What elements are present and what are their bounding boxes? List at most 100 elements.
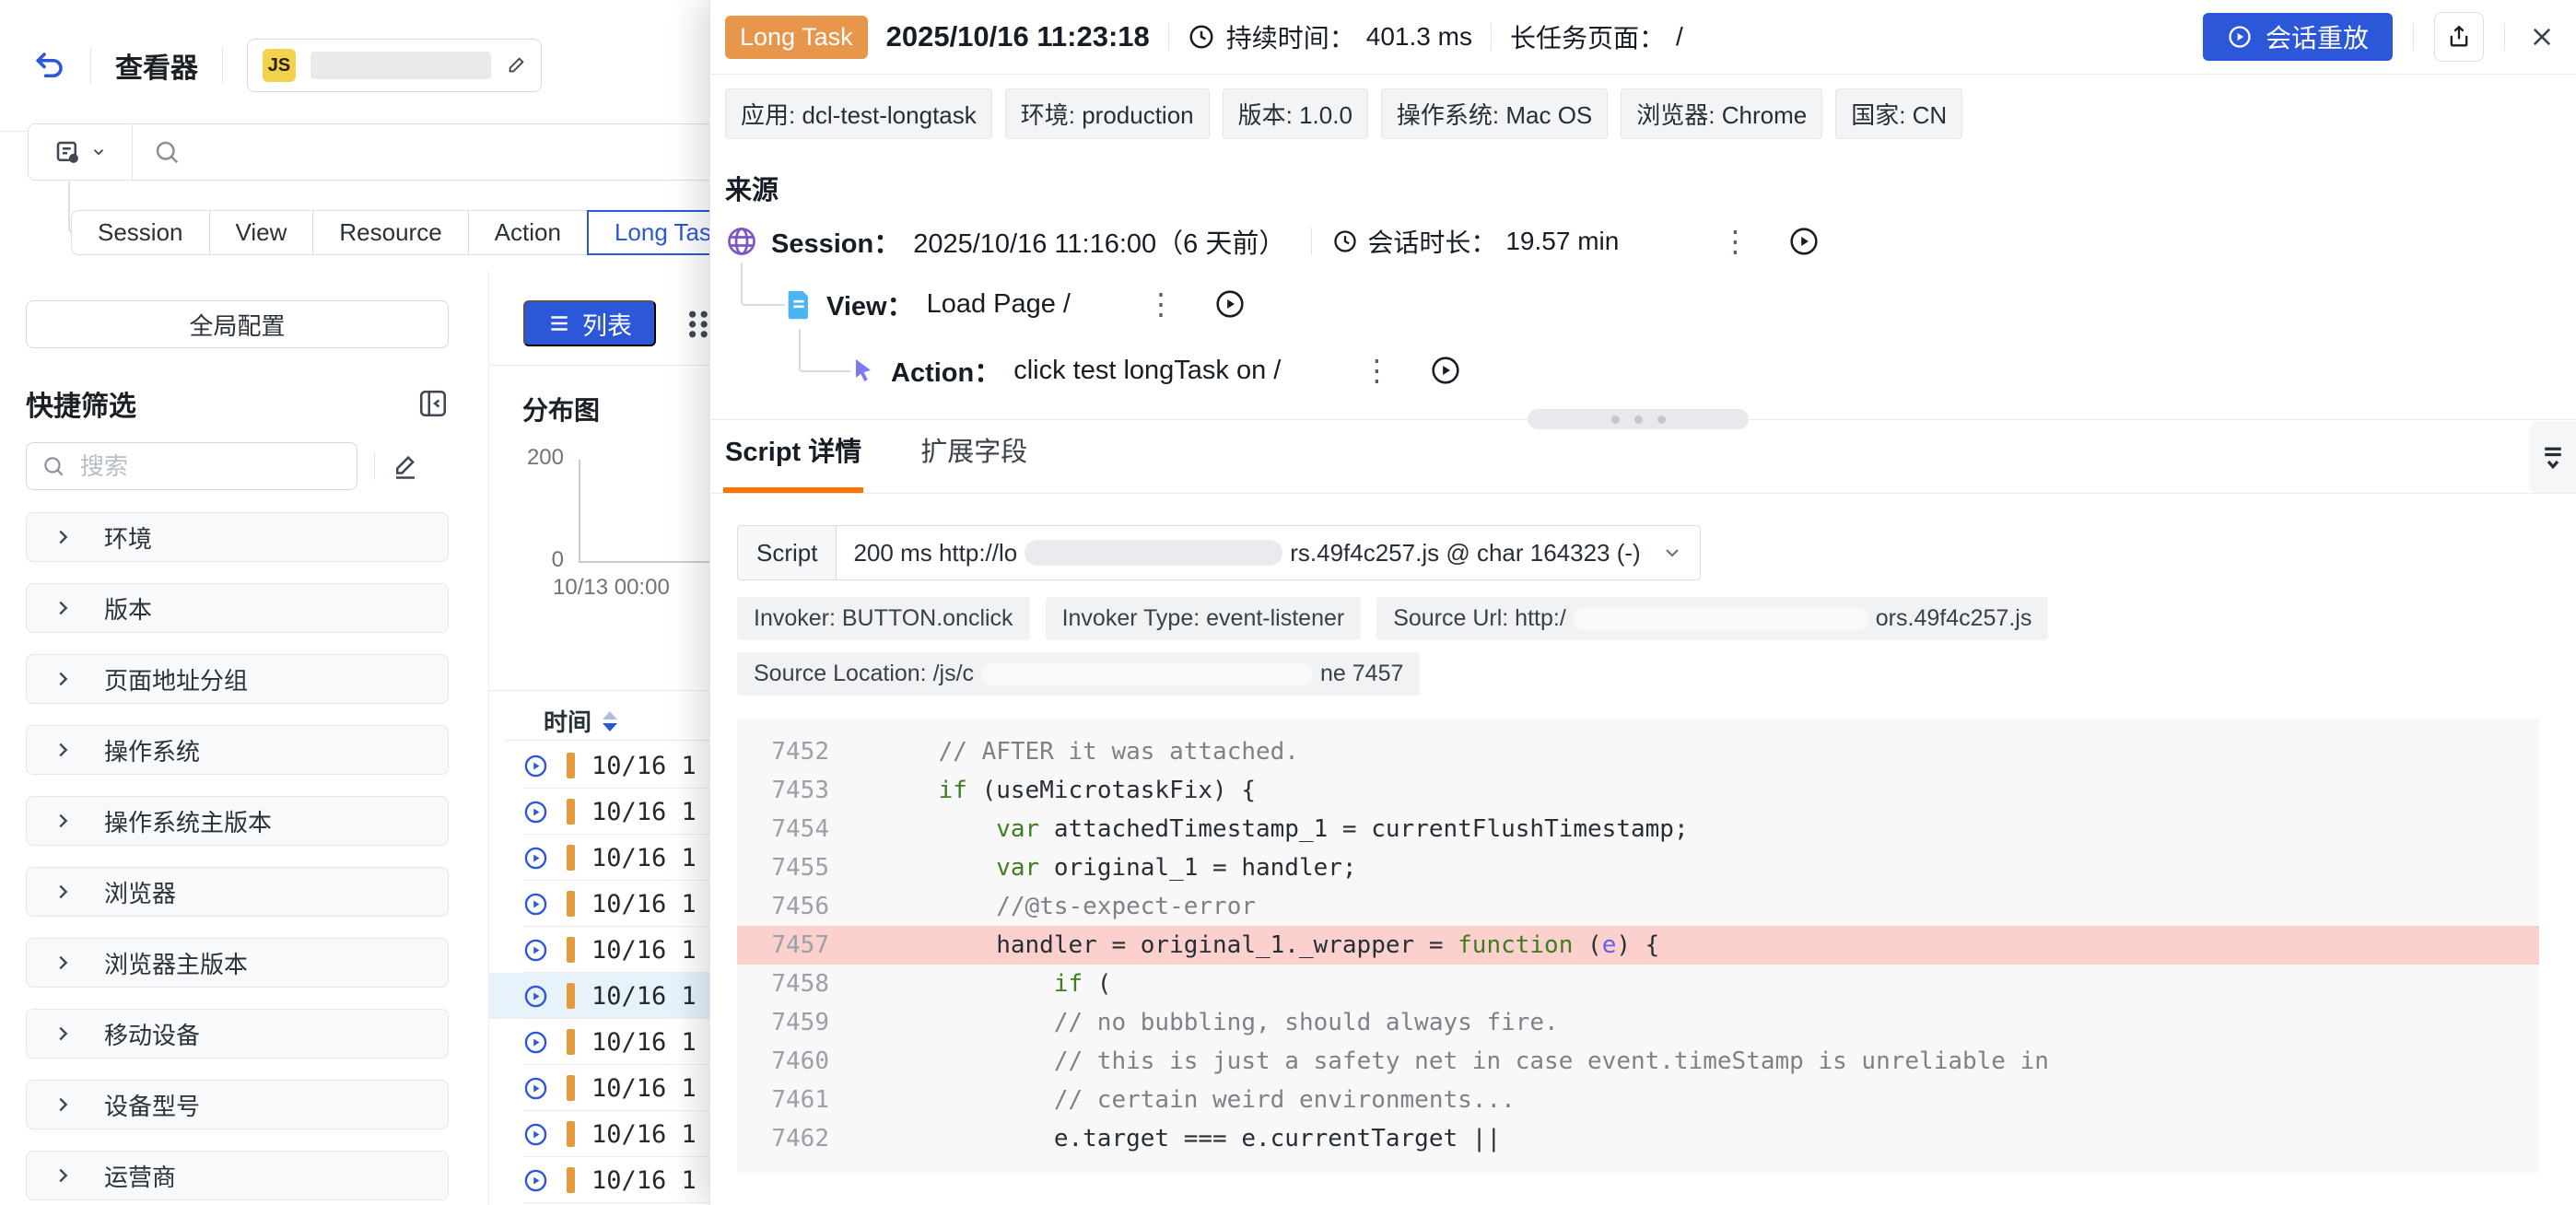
top-header: 查看器 JS — [0, 0, 709, 132]
edit-filters-icon[interactable] — [392, 452, 419, 480]
session-duration: 会话时长：19.57 min — [1332, 223, 1619, 260]
source-section-title: 来源 — [725, 169, 779, 207]
replay-row-icon[interactable] — [523, 800, 548, 825]
filter-search-box[interactable] — [26, 442, 357, 490]
long-task-bar — [567, 937, 575, 963]
script-meta-tag: Invoker Type: event-listener — [1046, 597, 1362, 640]
long-task-bar — [567, 753, 575, 778]
table-row[interactable]: 10/16 1 — [488, 1019, 709, 1065]
table-row[interactable]: 10/16 1 — [488, 835, 709, 881]
action-more-icon[interactable]: ⋮ — [1354, 356, 1399, 385]
long-task-detail-panel: Long Task 2025/10/16 11:23:18 持续时间：401.3… — [709, 0, 2576, 1205]
replay-row-icon[interactable] — [523, 754, 548, 778]
replay-row-icon[interactable] — [523, 846, 548, 871]
share-button[interactable] — [2434, 12, 2484, 62]
row-time: 10/16 1 — [591, 798, 697, 826]
y-axis-tick-zero: 0 — [509, 547, 564, 573]
attribute-tags: 应用: dcl-test-longtask环境: production版本: 1… — [725, 88, 1962, 139]
attribute-tag: 国家: CN — [1835, 88, 1962, 139]
line-number: 7455 — [737, 848, 829, 887]
table-row[interactable]: 10/16 1 — [488, 1157, 709, 1203]
clock-icon — [1332, 228, 1358, 254]
filter-item[interactable]: 移动设备 — [26, 1009, 449, 1059]
filter-item[interactable]: 环境 — [26, 512, 449, 562]
source-tree: Session： 2025/10/16 11:16:00（6 天前） 会话时长：… — [710, 216, 2576, 419]
chevron-down-icon — [90, 144, 107, 160]
filter-item[interactable]: 浏览器 — [26, 867, 449, 917]
line-number: 7452 — [737, 732, 829, 771]
action-play-icon[interactable] — [1430, 355, 1461, 386]
filter-item[interactable]: 运营商 — [26, 1151, 449, 1200]
filter-item[interactable]: 操作系统 — [26, 725, 449, 775]
explorer-tab-session[interactable]: Session — [71, 210, 210, 255]
view-more-icon[interactable]: ⋮ — [1139, 289, 1183, 319]
explorer-tab-action[interactable]: Action — [468, 210, 588, 255]
session-more-icon[interactable]: ⋮ — [1713, 227, 1757, 256]
edit-icon[interactable] — [506, 55, 526, 76]
filter-item[interactable]: 设备型号 — [26, 1080, 449, 1129]
back-icon[interactable] — [33, 49, 66, 82]
chevron-right-icon — [53, 1165, 73, 1186]
source-code-viewer[interactable]: 7452 // AFTER it was attached.7453 if (u… — [737, 718, 2539, 1173]
replay-row-icon[interactable] — [523, 1076, 548, 1101]
filter-item[interactable]: 操作系统主版本 — [26, 796, 449, 846]
divider — [374, 452, 375, 480]
global-config-button[interactable]: 全局配置 — [26, 300, 449, 348]
session-play-icon[interactable] — [1788, 226, 1820, 257]
script-meta-tag: Invoker: BUTTON.onclick — [737, 597, 1030, 640]
explorer-tab-resource[interactable]: Resource — [312, 210, 468, 255]
line-number: 7460 — [737, 1042, 829, 1081]
collapse-panel-icon[interactable] — [417, 388, 449, 419]
detail-tab-script-detail[interactable]: Script 详情 — [725, 430, 861, 493]
app-name-redacted — [310, 52, 491, 79]
query-type-dropdown[interactable] — [29, 124, 133, 180]
replay-row-icon[interactable] — [523, 1168, 548, 1193]
filter-item[interactable]: 页面地址分组 — [26, 654, 449, 704]
replay-row-icon[interactable] — [523, 1030, 548, 1055]
chevron-right-icon — [53, 882, 73, 902]
detail-tab-extended-fields[interactable]: 扩展字段 — [920, 430, 1027, 493]
table-header-time[interactable]: 时间 — [544, 704, 617, 738]
long-task-bar — [567, 1121, 575, 1147]
export-icon — [2446, 24, 2472, 50]
code-text: // AFTER it was attached. — [881, 732, 1299, 771]
table-row[interactable]: 10/16 1 — [488, 927, 709, 973]
table-row[interactable]: 10/16 1 — [488, 789, 709, 835]
code-text: //@ts-expect-error — [881, 887, 1256, 926]
more-options-icon[interactable] — [685, 308, 709, 341]
row-time: 10/16 1 — [591, 1028, 697, 1057]
page-title: 查看器 — [115, 45, 198, 86]
document-clock-icon — [53, 138, 81, 166]
replay-row-icon[interactable] — [523, 1122, 548, 1147]
list-view-toggle-button[interactable]: 列表 — [523, 300, 656, 346]
replay-row-icon[interactable] — [523, 938, 548, 963]
replay-row-icon[interactable] — [523, 984, 548, 1009]
row-time: 10/16 1 — [591, 890, 697, 918]
filter-search-input[interactable] — [78, 451, 391, 482]
event-type-badge: Long Task — [725, 16, 868, 59]
row-time: 10/16 1 — [591, 936, 697, 965]
divider — [489, 690, 709, 691]
close-icon[interactable] — [2525, 20, 2558, 53]
view-play-icon[interactable] — [1214, 288, 1246, 320]
filter-label: 操作系统主版本 — [104, 804, 272, 838]
replay-row-icon[interactable] — [523, 892, 548, 917]
table-row[interactable]: 10/16 1 — [488, 1111, 709, 1157]
app-selector-dropdown[interactable]: JS — [247, 39, 542, 92]
table-row[interactable]: 10/16 1 — [488, 743, 709, 789]
long-task-bar — [567, 1075, 575, 1101]
table-row[interactable]: 10/16 1 — [488, 973, 709, 1019]
session-replay-button[interactable]: 会话重放 — [2203, 13, 2393, 61]
sort-icon[interactable] — [603, 711, 617, 731]
line-number: 7457 — [737, 926, 829, 965]
table-row[interactable]: 10/16 1 — [488, 1065, 709, 1111]
filter-item[interactable]: 版本 — [26, 583, 449, 633]
script-select-dropdown[interactable]: Script 200 ms http://lo rs.49f4c257.js @… — [737, 525, 1701, 580]
filter-item[interactable]: 浏览器主版本 — [26, 938, 449, 988]
code-text: if ( — [881, 965, 1111, 1003]
table-row[interactable]: 10/16 1 — [488, 881, 709, 927]
expand-fields-icon[interactable] — [2529, 421, 2576, 493]
filter-label: 浏览器 — [104, 875, 176, 909]
explorer-tab-view[interactable]: View — [209, 210, 314, 255]
resize-drag-handle[interactable] — [1528, 409, 1749, 429]
